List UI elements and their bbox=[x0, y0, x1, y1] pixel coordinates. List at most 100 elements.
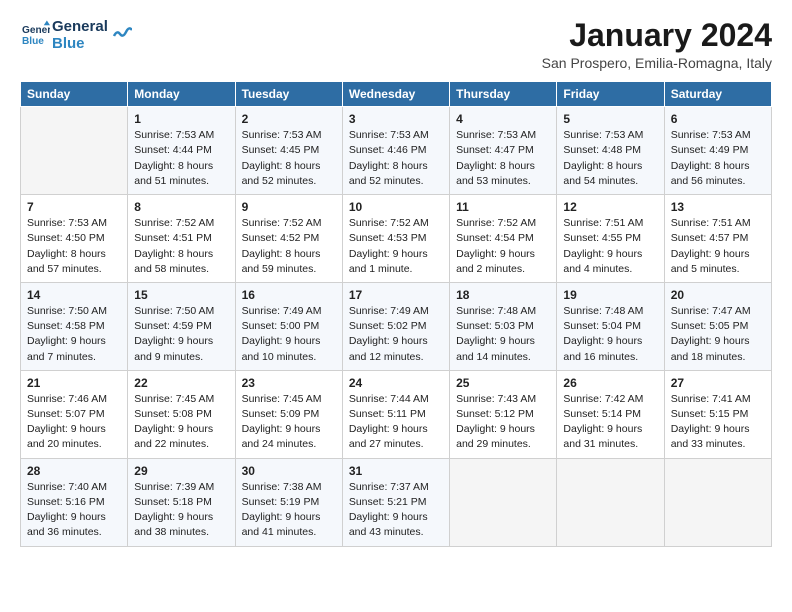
table-row: 7Sunrise: 7:53 AMSunset: 4:50 PMDaylight… bbox=[21, 195, 128, 283]
day-info: Sunrise: 7:50 AMSunset: 4:59 PMDaylight:… bbox=[134, 304, 228, 365]
calendar-week-row: 14Sunrise: 7:50 AMSunset: 4:58 PMDayligh… bbox=[21, 282, 772, 370]
daylight: Daylight: 9 hours and 24 minutes. bbox=[242, 423, 321, 450]
month-title: January 2024 bbox=[542, 18, 772, 53]
header-saturday: Saturday bbox=[664, 82, 771, 107]
table-row: 4Sunrise: 7:53 AMSunset: 4:47 PMDaylight… bbox=[450, 107, 557, 195]
daylight: Daylight: 9 hours and 14 minutes. bbox=[456, 335, 535, 362]
daylight: Daylight: 9 hours and 1 minute. bbox=[349, 248, 428, 275]
daylight: Daylight: 9 hours and 5 minutes. bbox=[671, 248, 750, 275]
sunset: Sunset: 5:21 PM bbox=[349, 496, 427, 508]
table-row: 6 Sunrise: 7:53 AMSunset: 4:49 PMDaylight… bbox=[664, 107, 771, 195]
sunrise: Sunrise: 7:53 AM bbox=[134, 129, 214, 141]
daylight: Daylight: 9 hours and 31 minutes. bbox=[563, 423, 642, 450]
day-info: Sunrise: 7:40 AMSunset: 5:16 PMDaylight:… bbox=[27, 480, 121, 541]
table-row: 28 Sunrise: 7:40 AMSunset: 5:16 PMDayligh… bbox=[21, 458, 128, 546]
sunset: Sunset: 4:54 PM bbox=[456, 232, 534, 244]
table-row: 27Sunrise: 7:41 AMSunset: 5:15 PMDayligh… bbox=[664, 370, 771, 458]
logo: General Blue General Blue bbox=[20, 18, 132, 53]
daylight: Daylight: 9 hours and 12 minutes. bbox=[349, 335, 428, 362]
sunrise: Sunrise: 7:43 AM bbox=[456, 393, 536, 405]
day-number: 22 bbox=[134, 376, 228, 390]
calendar-week-row: 21Sunrise: 7:46 AMSunset: 5:07 PMDayligh… bbox=[21, 370, 772, 458]
header-sunday: Sunday bbox=[21, 82, 128, 107]
table-row: 25Sunrise: 7:43 AMSunset: 5:12 PMDayligh… bbox=[450, 370, 557, 458]
sunset: Sunset: 5:03 PM bbox=[456, 320, 534, 332]
day-info: Sunrise: 7:43 AMSunset: 5:12 PMDaylight:… bbox=[456, 392, 550, 453]
header-monday: Monday bbox=[128, 82, 235, 107]
day-number: 7 bbox=[27, 200, 121, 214]
table-row: 29 Sunrise: 7:39 AMSunset: 5:18 PMDayligh… bbox=[128, 458, 235, 546]
sunset: Sunset: 4:44 PM bbox=[134, 144, 212, 156]
day-info: Sunrise: 7:53 AMSunset: 4:49 PMDaylight:… bbox=[671, 128, 765, 189]
table-row bbox=[21, 107, 128, 195]
sunrise: Sunrise: 7:53 AM bbox=[563, 129, 643, 141]
sunrise: Sunrise: 7:51 AM bbox=[563, 217, 643, 229]
table-row: 8Sunrise: 7:52 AMSunset: 4:51 PMDaylight… bbox=[128, 195, 235, 283]
logo-wave-icon bbox=[112, 22, 132, 42]
svg-text:General: General bbox=[22, 25, 50, 36]
sunrise: Sunrise: 7:47 AM bbox=[671, 305, 751, 317]
table-row: 16Sunrise: 7:49 AMSunset: 5:00 PMDayligh… bbox=[235, 282, 342, 370]
table-row: 1Sunrise: 7:53 AMSunset: 4:44 PMDaylight… bbox=[128, 107, 235, 195]
day-info: Sunrise: 7:48 AM Sunset: 5:03 PM Daylight:… bbox=[456, 304, 550, 365]
table-row: 3Sunrise: 7:53 AMSunset: 4:46 PMDaylight… bbox=[342, 107, 449, 195]
day-number: 14 bbox=[27, 288, 121, 302]
day-number: 28 bbox=[27, 464, 121, 478]
sunrise: Sunrise: 7:44 AM bbox=[349, 393, 429, 405]
sunset: Sunset: 5:02 PM bbox=[349, 320, 427, 332]
sunset: Sunset: 4:52 PM bbox=[242, 232, 320, 244]
daylight: Daylight: 9 hours and 36 minutes. bbox=[27, 511, 106, 538]
day-info: Sunrise: 7:39 AMSunset: 5:18 PMDaylight:… bbox=[134, 480, 228, 541]
day-number: 20 bbox=[671, 288, 765, 302]
table-row bbox=[557, 458, 664, 546]
sunset: Sunset: 5:07 PM bbox=[27, 408, 105, 420]
sunset: Sunset: 5:04 PM bbox=[563, 320, 641, 332]
day-number: 6 bbox=[671, 112, 765, 126]
table-row: 20Sunrise: 7:47 AMSunset: 5:05 PMDayligh… bbox=[664, 282, 771, 370]
day-info: Sunrise: 7:52 AMSunset: 4:53 PMDaylight:… bbox=[349, 216, 443, 277]
sunrise: Sunrise: 7:52 AM bbox=[242, 217, 322, 229]
daylight: Daylight: 8 hours and 58 minutes. bbox=[134, 248, 213, 275]
logo-line2: Blue bbox=[52, 35, 108, 52]
day-info: Sunrise: 7:45 AMSunset: 5:08 PMDaylight:… bbox=[134, 392, 228, 453]
day-number: 31 bbox=[349, 464, 443, 478]
daylight: Daylight: 9 hours and 18 minutes. bbox=[671, 335, 750, 362]
daylight: Daylight: 9 hours and 29 minutes. bbox=[456, 423, 535, 450]
sunrise: Sunrise: 7:38 AM bbox=[242, 481, 322, 493]
sunrise: Sunrise: 7:41 AM bbox=[671, 393, 751, 405]
header: General Blue General Blue January 2024 S… bbox=[20, 18, 772, 71]
sunset: Sunset: 4:59 PM bbox=[134, 320, 212, 332]
day-number: 19 bbox=[563, 288, 657, 302]
daylight: Daylight: 9 hours and 27 minutes. bbox=[349, 423, 428, 450]
day-number: 29 bbox=[134, 464, 228, 478]
sunrise: Sunrise: 7:48 AM bbox=[456, 305, 536, 317]
table-row: 14Sunrise: 7:50 AMSunset: 4:58 PMDayligh… bbox=[21, 282, 128, 370]
daylight: Daylight: 9 hours and 22 minutes. bbox=[134, 423, 213, 450]
sunset: Sunset: 5:00 PM bbox=[242, 320, 320, 332]
sunset: Sunset: 5:18 PM bbox=[134, 496, 212, 508]
sunrise: Sunrise: 7:52 AM bbox=[456, 217, 536, 229]
day-number: 5 bbox=[563, 112, 657, 126]
day-number: 8 bbox=[134, 200, 228, 214]
sunset: Sunset: 4:50 PM bbox=[27, 232, 105, 244]
day-info: Sunrise: 7:37 AMSunset: 5:21 PMDaylight:… bbox=[349, 480, 443, 541]
day-info: Sunrise: 7:51 AMSunset: 4:57 PMDaylight:… bbox=[671, 216, 765, 277]
sunrise: Sunrise: 7:53 AM bbox=[27, 217, 107, 229]
day-info: Sunrise: 7:53 AMSunset: 4:47 PMDaylight:… bbox=[456, 128, 550, 189]
sunset: Sunset: 4:49 PM bbox=[671, 144, 749, 156]
table-row: 2Sunrise: 7:53 AMSunset: 4:45 PMDaylight… bbox=[235, 107, 342, 195]
calendar-week-row: 1Sunrise: 7:53 AMSunset: 4:44 PMDaylight… bbox=[21, 107, 772, 195]
table-row: 13Sunrise: 7:51 AMSunset: 4:57 PMDayligh… bbox=[664, 195, 771, 283]
sunset: Sunset: 4:47 PM bbox=[456, 144, 534, 156]
daylight: Daylight: 9 hours and 33 minutes. bbox=[671, 423, 750, 450]
location: San Prospero, Emilia-Romagna, Italy bbox=[542, 55, 772, 71]
daylight: Daylight: 9 hours and 16 minutes. bbox=[563, 335, 642, 362]
daylight: Daylight: 9 hours and 41 minutes. bbox=[242, 511, 321, 538]
daylight: Daylight: 9 hours and 20 minutes. bbox=[27, 423, 106, 450]
daylight: Daylight: 8 hours and 56 minutes. bbox=[671, 160, 750, 187]
sunrise: Sunrise: 7:42 AM bbox=[563, 393, 643, 405]
day-number: 18 bbox=[456, 288, 550, 302]
logo-line1: General bbox=[52, 18, 108, 35]
table-row: 15Sunrise: 7:50 AMSunset: 4:59 PMDayligh… bbox=[128, 282, 235, 370]
calendar-week-row: 7 Sunrise: 7:53 AM Sunset: 4:50 PM Daylight… bbox=[21, 195, 772, 283]
